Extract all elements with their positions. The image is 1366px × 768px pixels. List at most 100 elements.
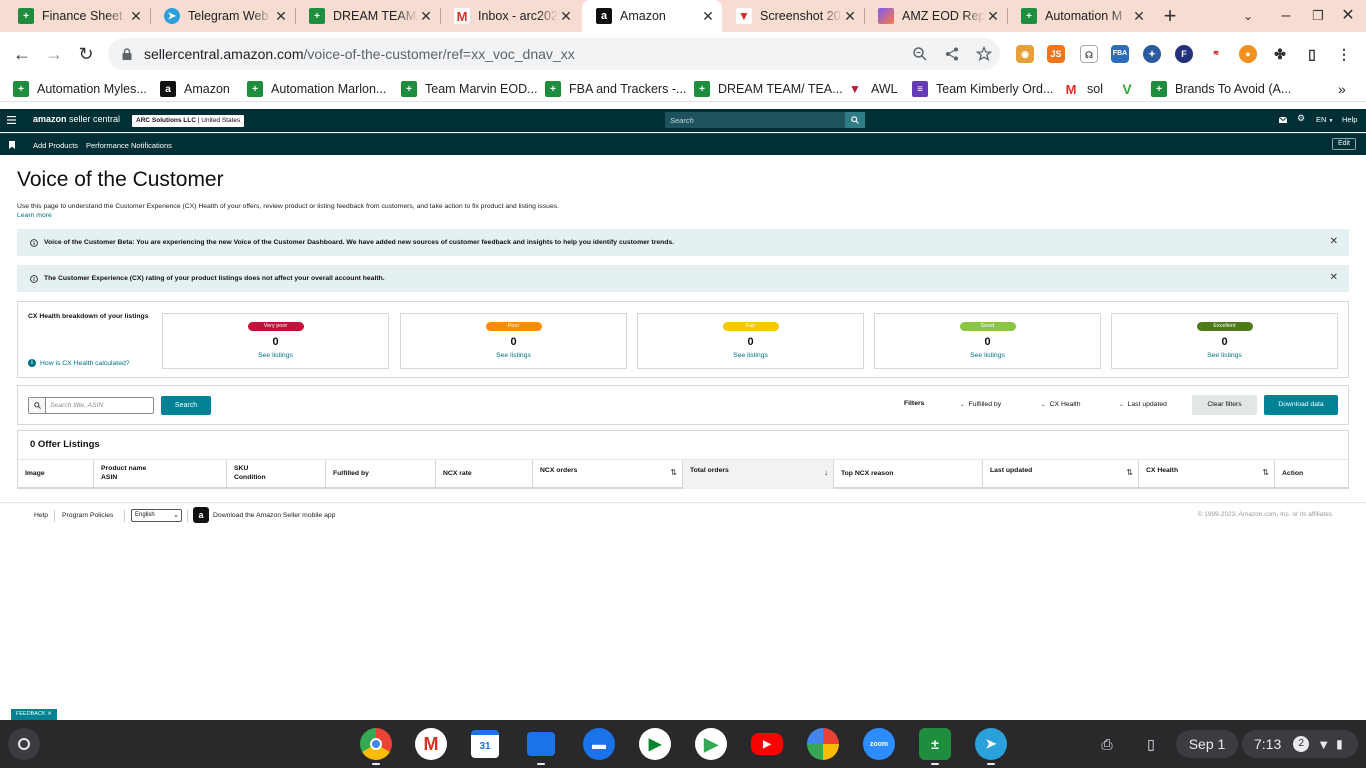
col-ncx-rate[interactable]: NCX rate <box>435 460 532 489</box>
account-switcher[interactable]: ARC Solutions LLC | United States <box>132 115 245 127</box>
see-listings-link[interactable]: See listings <box>163 352 388 359</box>
amz-extension-icon[interactable]: ● <box>1239 45 1257 63</box>
mail-icon[interactable] <box>1279 117 1287 123</box>
share-icon[interactable] <box>944 46 960 62</box>
address-bar[interactable]: sellercentral.amazon.com/voice-of-the-cu… <box>108 38 1000 70</box>
tab-finance-sheet[interactable]: + Finance Sheet ✕ <box>4 4 150 28</box>
bookmark-amazon[interactable]: a Amazon <box>160 80 230 98</box>
listing-search-input[interactable] <box>47 398 151 413</box>
amazon-app-icon[interactable]: a <box>193 507 209 523</box>
footer-language-select[interactable]: English ⌄ <box>131 509 182 522</box>
col-sku[interactable]: SKU Condition <box>226 460 325 489</box>
fulfilled-by-dropdown[interactable]: ⌄ Fulfilled by <box>960 401 1001 408</box>
bookmark-brands-to-avoid[interactable]: + Brands To Avoid (A... <box>1151 80 1291 98</box>
close-icon[interactable]: ✕ <box>418 8 434 24</box>
close-icon[interactable]: ✕ <box>1131 8 1147 24</box>
nav-add-products[interactable]: Add Products <box>33 141 78 150</box>
language-selector[interactable]: EN ▼ <box>1316 115 1333 124</box>
extension-icon[interactable]: ◉ <box>1016 45 1034 63</box>
see-listings-link[interactable]: See listings <box>1112 352 1337 359</box>
sort-icon[interactable]: ⇅ <box>1126 468 1133 478</box>
col-top-ncx-reason[interactable]: Top NCX reason <box>833 460 982 489</box>
reload-button[interactable]: ↻ <box>72 40 100 68</box>
col-fulfilled-by[interactable]: Fulfilled by <box>325 460 435 489</box>
how-cx-calculated-link[interactable]: i How is CX Health calculated? <box>28 359 130 367</box>
close-icon[interactable]: ✕ <box>47 711 52 717</box>
edit-nav-button[interactable]: Edit <box>1331 138 1356 150</box>
close-icon[interactable]: ✕ <box>985 8 1001 24</box>
col-cx-health[interactable]: CX Health ⇅ <box>1138 460 1274 489</box>
seller-central-search-input[interactable] <box>665 112 845 128</box>
bookmark-sol[interactable]: Msol <box>1063 80 1103 98</box>
tab-dream-team[interactable]: + DREAM TEAM/ ✕ <box>295 4 440 28</box>
signal-extension-icon[interactable]: ≋ <box>1207 45 1225 63</box>
files-icon[interactable] <box>527 732 555 765</box>
close-icon[interactable]: ✕ <box>1330 237 1338 247</box>
close-icon[interactable]: ✕ <box>128 8 144 24</box>
bookmark-dream-team[interactable]: + DREAM TEAM/ TEA... <box>694 80 843 98</box>
youtube-icon[interactable]: ▶ <box>751 733 783 755</box>
date-button[interactable]: Sep 1 <box>1176 730 1238 758</box>
sort-icon[interactable]: ⇅ <box>670 468 677 478</box>
footer-mobile-app-link[interactable]: Download the Amazon Seller mobile app <box>213 512 335 519</box>
telegram-icon[interactable]: ➤ <box>975 728 1007 765</box>
keepa-extension-icon[interactable]: ✦ <box>1143 45 1161 63</box>
zoom-icon[interactable] <box>912 46 928 62</box>
tab-amazon[interactable]: a Amazon ✕ <box>582 0 722 32</box>
cx-health-dropdown[interactable]: ⌄ CX Health <box>1041 401 1081 408</box>
bookmark-vine[interactable]: V <box>1119 80 1143 98</box>
feedback-button[interactable]: FEEDBACK ✕ <box>11 709 57 720</box>
side-panel-icon[interactable]: ▯ <box>1303 45 1321 63</box>
learn-more-link[interactable]: Learn more <box>17 212 52 219</box>
support-extension-icon[interactable]: ☊ <box>1080 45 1098 63</box>
gmail-icon[interactable]: M <box>415 728 447 760</box>
bookmark-awl[interactable]: ▼ AWL <box>847 80 898 98</box>
tab-automation[interactable]: + Automation M ✕ <box>1007 4 1153 28</box>
col-ncx-orders[interactable]: NCX orders ⇅ <box>532 460 682 489</box>
clear-filters-button[interactable]: Clear filters <box>1192 395 1257 415</box>
zoom-icon[interactable]: zoom <box>863 728 895 760</box>
phone-hub-icon[interactable]: ▯ <box>1138 730 1164 758</box>
menu-icon[interactable]: ⋮ <box>1335 45 1353 63</box>
play-store-icon[interactable]: ▶ <box>695 728 727 760</box>
last-updated-dropdown[interactable]: ⌄ Last updated <box>1119 401 1167 408</box>
close-icon[interactable]: ✕ <box>842 8 858 24</box>
f-extension-icon[interactable]: F <box>1175 45 1193 63</box>
close-icon[interactable]: ✕ <box>700 8 716 24</box>
nav-performance-notifications[interactable]: Performance Notifications <box>86 141 172 150</box>
settings-gear-icon[interactable]: ⚙ <box>1297 113 1305 124</box>
window-close-button[interactable]: ✕ <box>1336 4 1360 28</box>
bookmark-automation-myles[interactable]: + Automation Myles... <box>13 80 147 98</box>
close-icon[interactable]: ✕ <box>1330 273 1338 283</box>
search-button[interactable]: Search <box>161 396 211 415</box>
col-last-updated[interactable]: Last updated ⇅ <box>982 460 1138 489</box>
photos-icon[interactable] <box>807 728 839 760</box>
tab-search-chevron-icon[interactable]: ⌄ <box>1236 4 1260 28</box>
bookmark-team-kimberly[interactable]: ≡ Team Kimberly Ord... <box>912 80 1053 98</box>
tab-screenshot[interactable]: ▼ Screenshot 20 ✕ <box>722 4 864 28</box>
bookmark-automation-marlon[interactable]: + Automation Marlon... <box>247 80 386 98</box>
chrome-icon[interactable] <box>360 728 392 765</box>
close-icon[interactable]: ✕ <box>273 8 289 24</box>
col-product-name[interactable]: Product name ASIN <box>93 460 226 489</box>
tab-inbox[interactable]: M Inbox - arc202 ✕ <box>440 4 580 28</box>
bookmark-star-icon[interactable] <box>976 46 992 62</box>
minimize-button[interactable]: – <box>1274 4 1298 28</box>
new-tab-button[interactable]: + <box>1158 4 1182 28</box>
download-data-button[interactable]: Download data <box>1264 395 1338 415</box>
back-button[interactable]: ← <box>8 40 36 68</box>
chat-icon[interactable]: ▬ <box>583 728 615 760</box>
status-tray[interactable]: 7:13 2 ▼ ▮ <box>1242 730 1358 758</box>
meet-icon[interactable]: ▶ <box>639 728 671 760</box>
fba-extension-icon[interactable]: FBA <box>1111 45 1129 63</box>
bookmark-fba-trackers[interactable]: + FBA and Trackers -... <box>545 80 686 98</box>
bookmark-icon[interactable] <box>9 141 15 149</box>
tab-telegram-web[interactable]: ➤ Telegram Web ✕ <box>150 4 295 28</box>
see-listings-link[interactable]: See listings <box>401 352 626 359</box>
bookmarks-overflow-icon[interactable]: » <box>1338 80 1346 98</box>
calculator-icon[interactable]: ± <box>919 728 951 765</box>
forward-button[interactable]: → <box>40 40 68 68</box>
bookmark-team-marvin[interactable]: + Team Marvin EOD... <box>401 80 538 98</box>
close-icon[interactable]: ✕ <box>558 8 574 24</box>
sort-icon[interactable]: ⇅ <box>1262 468 1269 478</box>
